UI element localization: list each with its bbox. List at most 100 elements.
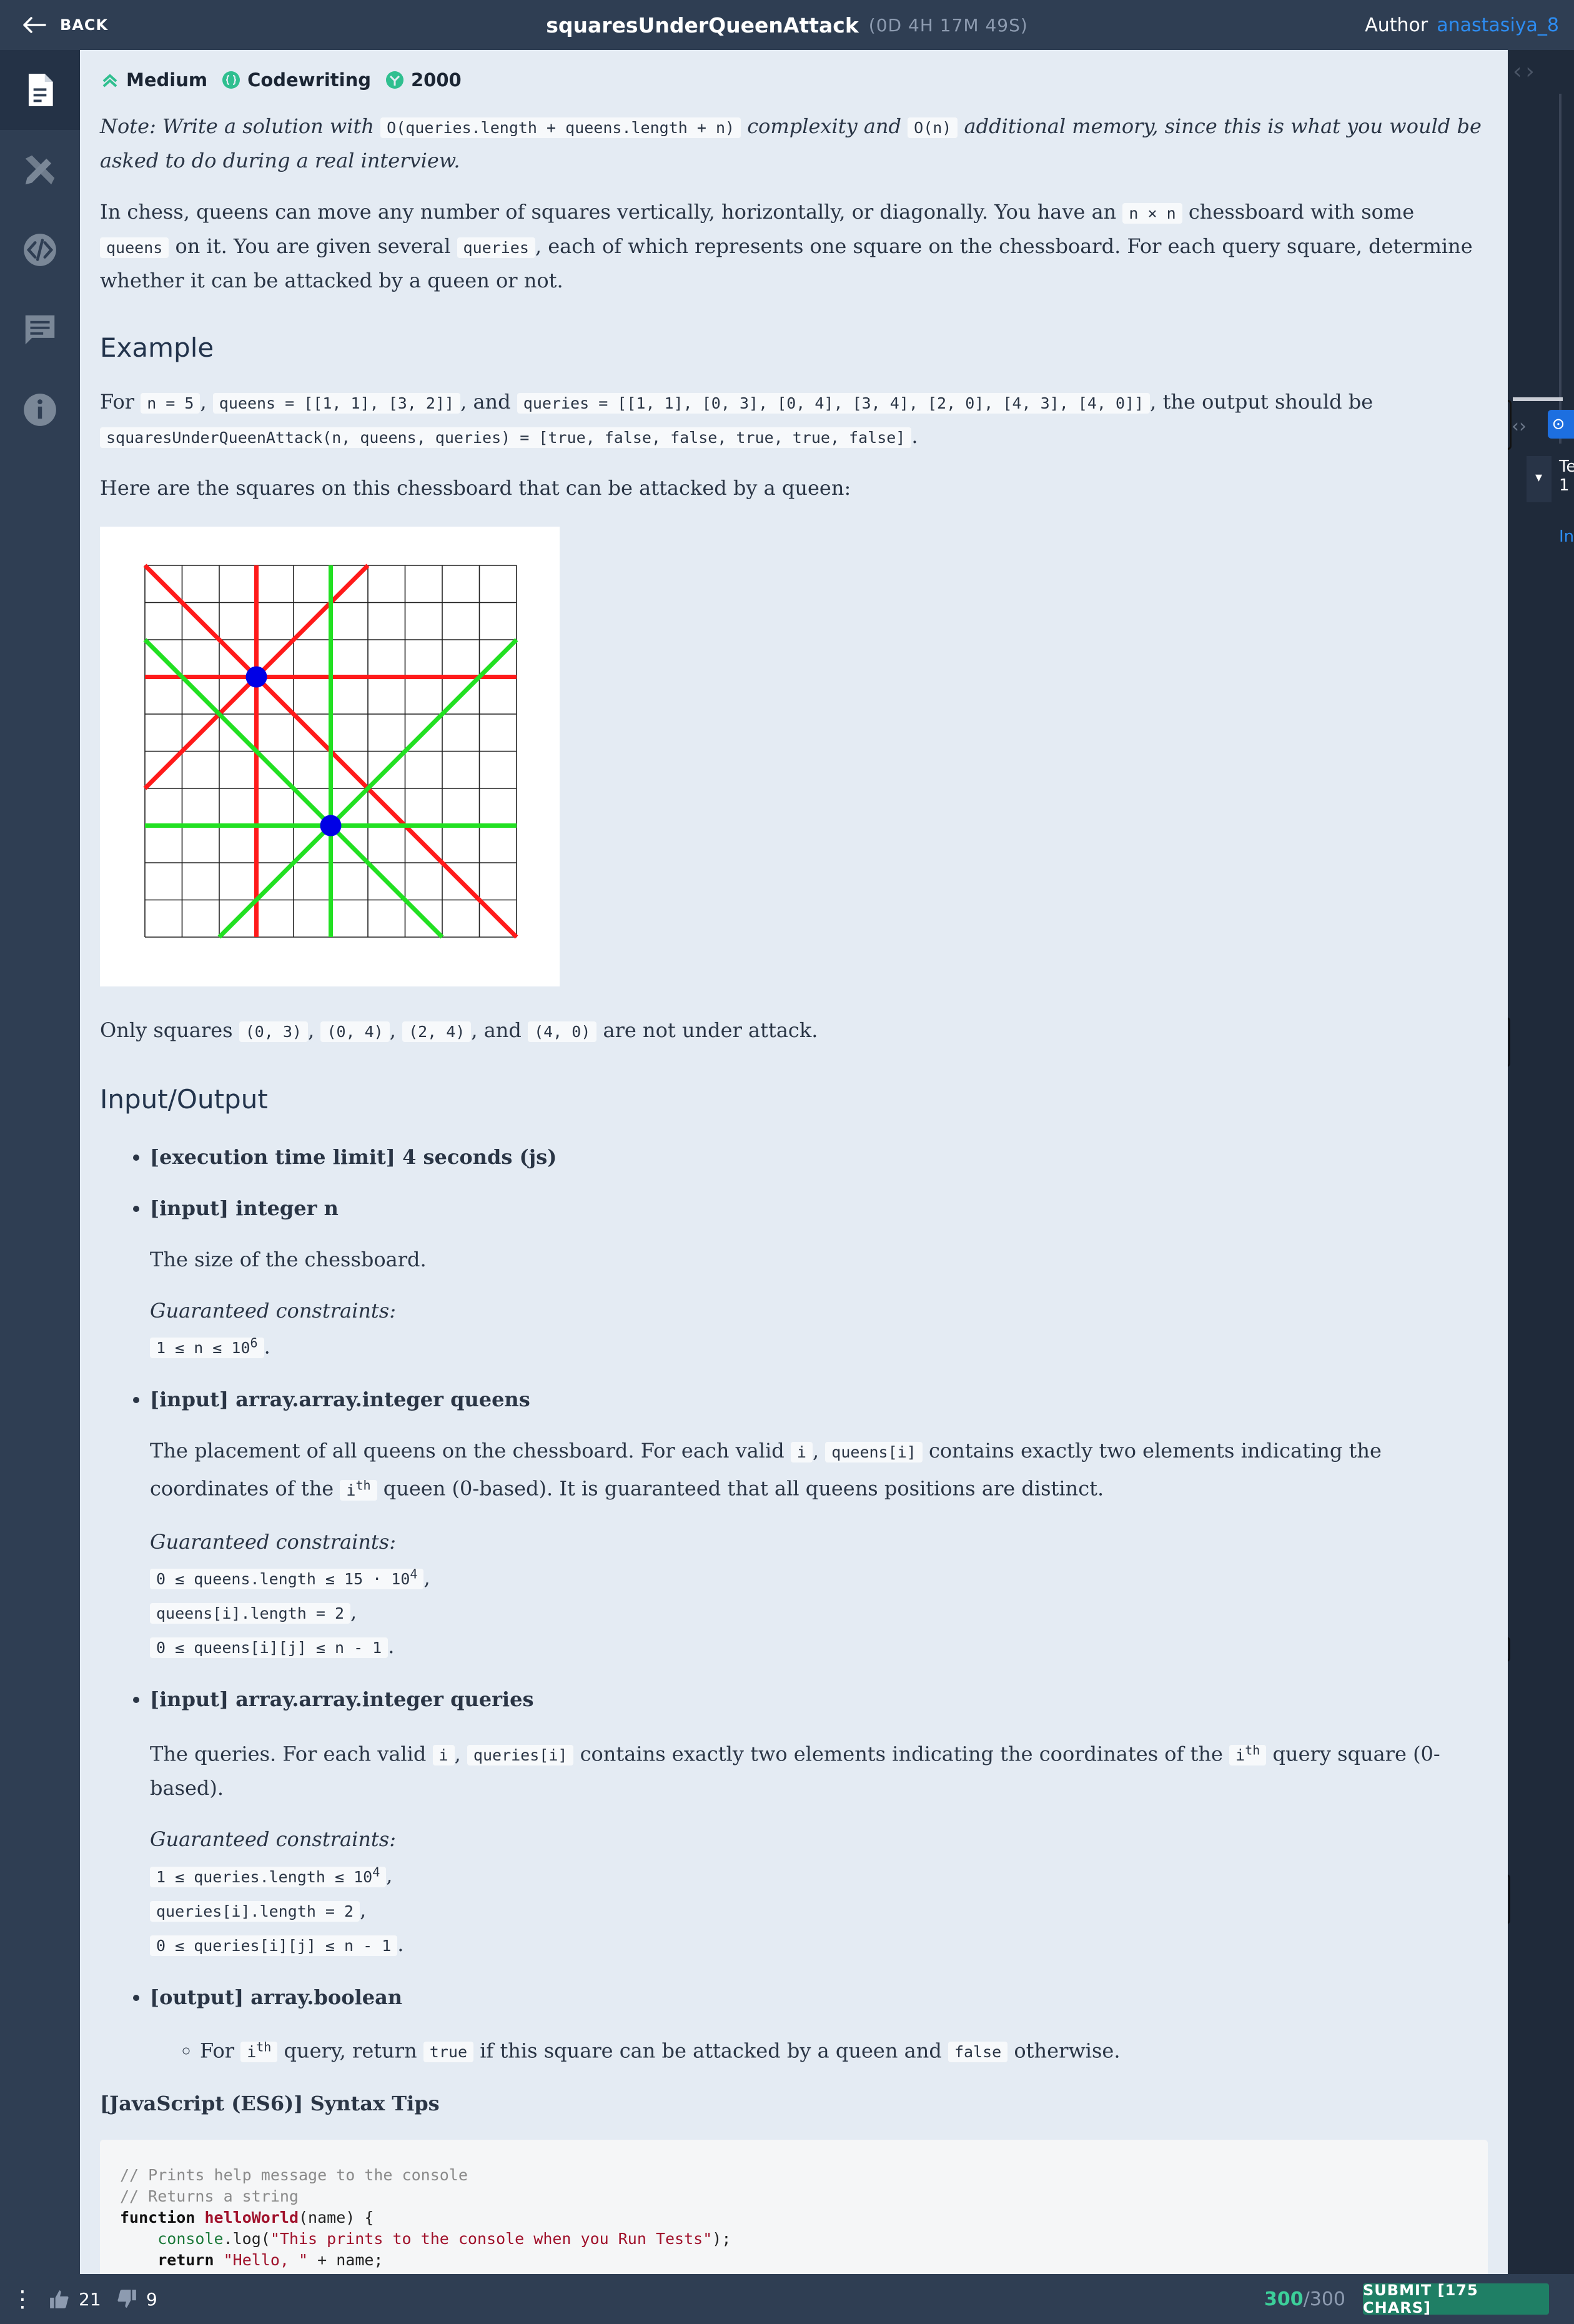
note-memory: O(n) bbox=[908, 117, 958, 138]
panel-resize-handle[interactable] bbox=[1508, 1874, 1510, 1924]
io-output-desc: For ith query, return true if this squar… bbox=[200, 2031, 1488, 2068]
constraint-line: 0 ≤ queens.length ≤ 15 · 104, bbox=[150, 1558, 1488, 1596]
task-title: squaresUnderQueenAttack bbox=[546, 12, 859, 37]
constraint-code: 1 ≤ queries.length ≤ 104 bbox=[150, 1864, 387, 1887]
io-output-sublist: For ith query, return true if this squar… bbox=[150, 2031, 1488, 2068]
upvote-button[interactable]: 21 bbox=[49, 2274, 101, 2324]
difficulty-badge: Medium bbox=[100, 69, 207, 91]
run-tests-button[interactable]: ⊙ bbox=[1548, 410, 1574, 439]
io-output-head: [output] array.boolean bbox=[150, 1985, 403, 2009]
desc-text: The placement of all queens on the chess… bbox=[150, 1439, 785, 1463]
inline-code: (0, 3) bbox=[239, 1021, 309, 1042]
code-text: i bbox=[247, 2042, 257, 2061]
description-icon bbox=[28, 74, 53, 106]
example-text: are not under attack. bbox=[603, 1018, 818, 1042]
code-text: + name; bbox=[308, 2250, 384, 2269]
code-function-name: helloWorld bbox=[204, 2208, 299, 2227]
constraints-label: Guaranteed constraints: bbox=[150, 1827, 396, 1852]
code-comment: // Prints help message to the console bbox=[120, 2165, 468, 2184]
note-complexity: O(queries.length + queens.length + n) bbox=[380, 117, 741, 138]
rail-solutions-tab[interactable] bbox=[0, 130, 80, 210]
inline-code: (0, 4) bbox=[320, 1021, 390, 1042]
task-meta: Medium Codewriting 2000 bbox=[100, 50, 1488, 110]
editor-nav-arrows[interactable]: ‹ › bbox=[1513, 59, 1535, 84]
desc-text: if this square can be attacked by a quee… bbox=[480, 2038, 942, 2062]
desc-text: queen (0-based). It is guaranteed that a… bbox=[383, 1476, 1104, 1501]
inline-code: i bbox=[790, 1442, 813, 1463]
constraint-text: 1 ≤ n ≤ 10 bbox=[156, 1339, 250, 1358]
inline-code: (2, 4) bbox=[402, 1021, 472, 1042]
test-tab-label[interactable]: Te 1 bbox=[1559, 457, 1574, 495]
example-text: , the output should be bbox=[1150, 390, 1374, 414]
code-keyword: function bbox=[120, 2208, 196, 2227]
constraint-text: 0 ≤ queens.length ≤ 15 · 10 bbox=[156, 1569, 410, 1588]
inline-code: queens[i] bbox=[825, 1442, 923, 1463]
io-time-limit-label: [execution time limit] 4 seconds (js) bbox=[150, 1145, 557, 1169]
difficulty-label: Medium bbox=[126, 69, 208, 91]
chevrons-icon[interactable]: ‹› bbox=[1512, 415, 1527, 437]
io-queens-desc: The placement of all queens on the chess… bbox=[150, 1439, 1382, 1501]
constraint-code: 0 ≤ queens[i][j] ≤ n - 1 bbox=[150, 1637, 389, 1658]
code-string: "This prints to the console when you Run… bbox=[270, 2229, 713, 2248]
io-queries-desc: The queries. For each valid i, queries[i… bbox=[150, 1742, 1440, 1800]
example-text: , and bbox=[460, 390, 511, 414]
inline-code: ith bbox=[240, 2039, 278, 2062]
input-tab-label[interactable]: In bbox=[1559, 527, 1574, 546]
example-text: , and bbox=[471, 1018, 522, 1042]
rail-info-tab[interactable] bbox=[0, 370, 80, 450]
task-type-label: Codewriting bbox=[247, 69, 371, 91]
queen-marker bbox=[320, 815, 342, 837]
comment-icon bbox=[25, 315, 55, 345]
example-text: Only squares bbox=[100, 1018, 233, 1042]
queen-marker bbox=[245, 666, 267, 688]
constraint-line: 1 ≤ n ≤ 106. bbox=[150, 1327, 1488, 1364]
top-bar: BACK squaresUnderQueenAttack (0D 4H 17M … bbox=[0, 0, 1574, 50]
constraint-line: 1 ≤ queries.length ≤ 104, bbox=[150, 1855, 1488, 1893]
syntax-tips-title: [JavaScript (ES6)] Syntax Tips bbox=[100, 2091, 440, 2115]
io-n-desc: The size of the chessboard. bbox=[150, 1248, 427, 1271]
io-queries-head: [input] array.array.integer queries bbox=[150, 1687, 534, 1711]
chevron-left-icon[interactable]: ‹ bbox=[1513, 59, 1522, 84]
char-count-max: /300 bbox=[1303, 2288, 1345, 2310]
io-heading: Input/Output bbox=[100, 1084, 268, 1115]
back-button[interactable]: BACK bbox=[21, 0, 108, 50]
likes-count: 21 bbox=[79, 2288, 101, 2310]
constraint-code: queries[i].length = 2 bbox=[150, 1900, 360, 1922]
chevron-right-icon[interactable]: › bbox=[1525, 59, 1534, 84]
task-timer: (0D 4H 17M 49S) bbox=[868, 14, 1028, 36]
inline-code: squaresUnderQueenAttack(n, queens, queri… bbox=[100, 427, 912, 448]
downvote-button[interactable]: 9 bbox=[116, 2274, 157, 2324]
task-description-panel: Medium Codewriting 2000 Note: Write a so… bbox=[80, 50, 1508, 2274]
code-object: console bbox=[157, 2229, 224, 2248]
constraint-code: 1 ≤ n ≤ 106 bbox=[150, 1336, 264, 1359]
panel-resize-handle[interactable] bbox=[1508, 1637, 1510, 1662]
caret-down-icon[interactable]: ▾ bbox=[1535, 470, 1542, 485]
score-icon bbox=[385, 71, 403, 89]
io-n-head: [input] integer n bbox=[150, 1196, 339, 1220]
inline-code: queens = [[1, 1], [3, 2]] bbox=[212, 393, 461, 414]
rail-code-tab[interactable] bbox=[0, 210, 80, 290]
desc-text: For bbox=[200, 2038, 235, 2062]
chessboard-figure bbox=[100, 527, 560, 986]
left-nav-rail bbox=[0, 50, 80, 2274]
panel-resize-handle[interactable] bbox=[1508, 1017, 1510, 1067]
rail-description-tab[interactable] bbox=[0, 50, 80, 130]
submit-button[interactable]: SUBMIT [175 CHARS] bbox=[1363, 2282, 1549, 2317]
more-options-button[interactable]: ⋮ bbox=[11, 2274, 34, 2324]
constraint-sup: 6 bbox=[250, 1336, 258, 1351]
editor-scrollbar[interactable] bbox=[1559, 94, 1562, 444]
example-text: . bbox=[911, 424, 918, 448]
io-queens-head: [input] array.array.integer queens bbox=[150, 1388, 530, 1412]
author-link[interactable]: anastasiya_8 bbox=[1437, 14, 1559, 36]
codewriting-icon bbox=[222, 71, 240, 89]
code-text: ); bbox=[712, 2229, 731, 2248]
not-attacked-paragraph: Only squares (0, 3), (0, 4), (2, 4), and… bbox=[100, 1018, 818, 1042]
panel-divider[interactable] bbox=[1513, 397, 1563, 401]
chessboard-svg bbox=[143, 564, 518, 939]
rail-discuss-tab[interactable] bbox=[0, 290, 80, 370]
code-sup: th bbox=[256, 2039, 272, 2055]
inline-code: true bbox=[423, 2041, 474, 2062]
inline-code: n = 5 bbox=[141, 393, 200, 414]
example-heading: Example bbox=[100, 332, 214, 363]
io-list: [execution time limit] 4 seconds (js) [i… bbox=[100, 1141, 1488, 2068]
